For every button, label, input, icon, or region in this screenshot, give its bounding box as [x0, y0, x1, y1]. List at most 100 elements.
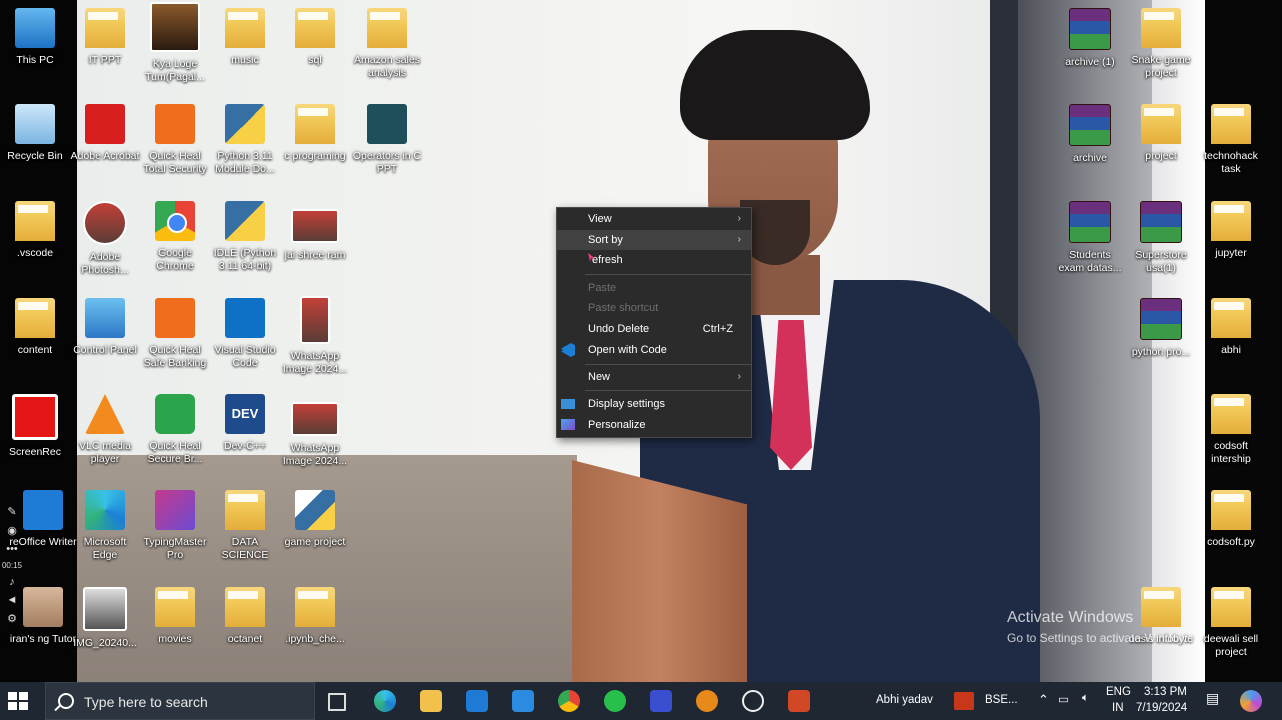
- desktop-icon-game-project[interactable]: game project: [280, 490, 350, 549]
- dev-cpp-icon: DEV: [225, 394, 265, 434]
- menu-item-undo-delete[interactable]: Undo Delete Ctrl+Z: [557, 319, 751, 339]
- desktop-icon-codsoft-intership[interactable]: codsoft intership: [1196, 394, 1266, 466]
- copilot-icon[interactable]: [1240, 690, 1262, 712]
- desktop-icon-edge[interactable]: Microsoft Edge: [70, 490, 140, 562]
- desktop-icon-img[interactable]: IMG_20240...: [70, 587, 140, 650]
- desktop-icon-snake-game[interactable]: Snake game project: [1126, 8, 1196, 80]
- speaker-icon[interactable]: ◄: [0, 594, 24, 606]
- desktop-icon-chrome[interactable]: Google Chrome: [140, 201, 210, 273]
- chrome-icon: [155, 201, 195, 241]
- taskbar-user-name[interactable]: Abhi yadav: [876, 694, 933, 706]
- microsoft-store-icon[interactable]: [466, 690, 488, 712]
- desktop-icon-jai-shree-ram[interactable]: jai shree ram: [280, 201, 350, 262]
- taskbar-stock-bse[interactable]: BSE...: [985, 694, 1018, 706]
- powerpoint-icon[interactable]: [788, 690, 810, 712]
- desktop-icon-students-exam[interactable]: Students exam datas...: [1055, 201, 1125, 275]
- menu-item-view[interactable]: View ›: [557, 209, 751, 229]
- network-icon[interactable]: ▭: [1058, 692, 1069, 706]
- desktop-icon-recycle-bin[interactable]: Recycle Bin: [0, 104, 70, 163]
- desktop-icon-codsoft-py[interactable]: codsoft.py: [1196, 490, 1266, 549]
- taskbar-search-box[interactable]: Type here to search: [45, 682, 315, 720]
- volume-icon[interactable]: 🔈︎: [1082, 692, 1089, 705]
- pencil-icon[interactable]: ✎: [0, 505, 24, 518]
- desktop-icon-operators-ppt[interactable]: Operators in C PPT: [352, 104, 422, 176]
- desktop-icon-data-science[interactable]: DATA SCIENCE: [210, 490, 280, 562]
- file-explorer-icon[interactable]: [420, 690, 442, 712]
- desktop-icon-amazon-sales[interactable]: Amazon sales analysis: [352, 8, 422, 80]
- desktop-icon-ipynb-checkpoints[interactable]: .ipynb_che...: [280, 587, 350, 646]
- whatsapp-icon[interactable]: [604, 690, 626, 712]
- desktop-icon-vlc[interactable]: VLC media player: [70, 394, 140, 466]
- menu-item-refresh[interactable]: efresh: [557, 250, 751, 270]
- desktop-icon-abhi[interactable]: abhi: [1196, 298, 1266, 357]
- desktop-icon-photoshop[interactable]: Adobe Photosh...: [70, 201, 140, 277]
- jupyter-icon[interactable]: [696, 690, 718, 712]
- windows-start-icon[interactable]: [8, 692, 30, 710]
- menu-item-paste-shortcut[interactable]: Paste shortcut: [557, 298, 751, 318]
- desktop-icon-adobe-acrobat[interactable]: Adobe Acrobat: [70, 104, 140, 163]
- menu-item-display-settings[interactable]: Display settings: [557, 394, 751, 414]
- desktop-icon-jupyter[interactable]: jupyter: [1196, 201, 1266, 260]
- edge-icon: [85, 490, 125, 530]
- settings-icon[interactable]: ⚙: [0, 612, 24, 625]
- language-indicator[interactable]: ENG: [1106, 686, 1131, 698]
- desktop-icon-content[interactable]: content: [0, 298, 70, 357]
- desktop-icon-technohack[interactable]: technohack task: [1196, 104, 1266, 176]
- quick-heal-icon: [155, 104, 195, 144]
- chevron-up-icon[interactable]: ⌃: [1038, 692, 1049, 708]
- desktop-icon-kya-loge[interactable]: Kya Loge Tum(Pagal...: [140, 2, 210, 84]
- chrome-icon[interactable]: [558, 690, 580, 712]
- menu-item-open-with-code[interactable]: Open with Code: [557, 340, 751, 360]
- mail-icon[interactable]: [512, 690, 534, 712]
- menu-item-paste[interactable]: Paste: [557, 278, 751, 298]
- desktop-icon-movies[interactable]: movies: [140, 587, 210, 646]
- region-indicator[interactable]: IN: [1112, 702, 1124, 714]
- chevron-right-icon: ›: [737, 371, 741, 382]
- desktop-icon-superstore[interactable]: Superstore usa(1): [1126, 201, 1196, 275]
- desktop-icon-this-pc[interactable]: This PC: [0, 8, 70, 67]
- desktop-icon-deewali-sell[interactable]: deewali sell project: [1196, 587, 1266, 659]
- stock-chart-icon[interactable]: [954, 692, 974, 710]
- desktop-icon-quick-heal-total[interactable]: Quick Heal Total Security: [140, 104, 210, 176]
- image-icon: [83, 587, 127, 631]
- desktop-icon-archive[interactable]: archive: [1055, 104, 1125, 165]
- clock-date[interactable]: 7/19/2024: [1136, 702, 1187, 714]
- desktop-icon-control-panel[interactable]: Control Panel: [70, 298, 140, 357]
- desktop-icon-music[interactable]: music: [210, 8, 280, 67]
- desktop-icon-python-pro[interactable]: python pro...: [1126, 298, 1196, 359]
- edge-icon[interactable]: [374, 690, 396, 712]
- desktop-icon-c-programing[interactable]: c programing: [280, 104, 350, 163]
- more-icon[interactable]: •••: [0, 543, 24, 555]
- desktop-icon-it-ppt[interactable]: IT PPT: [70, 8, 140, 67]
- safe-banking-icon: [155, 298, 195, 338]
- desktop-icon-project[interactable]: project: [1126, 104, 1196, 163]
- video-editor-icon[interactable]: [650, 690, 672, 712]
- camera-icon[interactable]: ◉: [0, 524, 24, 537]
- chevron-right-icon: ›: [737, 234, 741, 245]
- chevron-right-icon: ›: [737, 213, 741, 224]
- microphone-icon[interactable]: ♪: [0, 576, 24, 588]
- folder-icon: [225, 587, 265, 627]
- notification-icon[interactable]: ▤: [1206, 690, 1219, 707]
- desktop-icon-idle[interactable]: IDLE (Python 3.11 64-bit): [210, 201, 280, 273]
- media-player-icon[interactable]: [742, 690, 764, 712]
- desktop-icon-python-docs[interactable]: Python 3.11 Module Do...: [210, 104, 280, 176]
- image-icon: [291, 402, 339, 436]
- task-view-icon[interactable]: [328, 693, 346, 711]
- desktop-icon-whatsapp-image-2[interactable]: WhatsApp Image 2024...: [280, 394, 350, 468]
- desktop-icon-quick-heal-browser[interactable]: Quick Heal Secure Br...: [140, 394, 210, 466]
- desktop-icon-archive-1[interactable]: archive (1): [1055, 8, 1125, 69]
- desktop-icon-dev-cpp[interactable]: DEV Dev-C++: [210, 394, 280, 453]
- desktop-icon-screenrec[interactable]: ScreenRec: [0, 394, 70, 459]
- desktop-icon-vscode-folder[interactable]: .vscode: [0, 201, 70, 260]
- desktop-icon-octanet[interactable]: octanet: [210, 587, 280, 646]
- clock-time[interactable]: 3:13 PM: [1144, 686, 1187, 698]
- desktop-icon-quick-heal-banking[interactable]: Quick Heal Safe Banking: [140, 298, 210, 370]
- menu-item-personalize[interactable]: Personalize: [557, 415, 751, 435]
- menu-item-sort-by[interactable]: Sort by ›: [557, 230, 751, 250]
- menu-item-new[interactable]: New ›: [557, 367, 751, 387]
- desktop-icon-typingmaster[interactable]: TypingMaster Pro: [140, 490, 210, 562]
- desktop-icon-sql[interactable]: sql: [280, 8, 350, 67]
- desktop-icon-whatsapp-image-1[interactable]: WhatsApp Image 2024...: [280, 296, 350, 376]
- desktop-icon-vscode[interactable]: Visual Studio Code: [210, 298, 280, 370]
